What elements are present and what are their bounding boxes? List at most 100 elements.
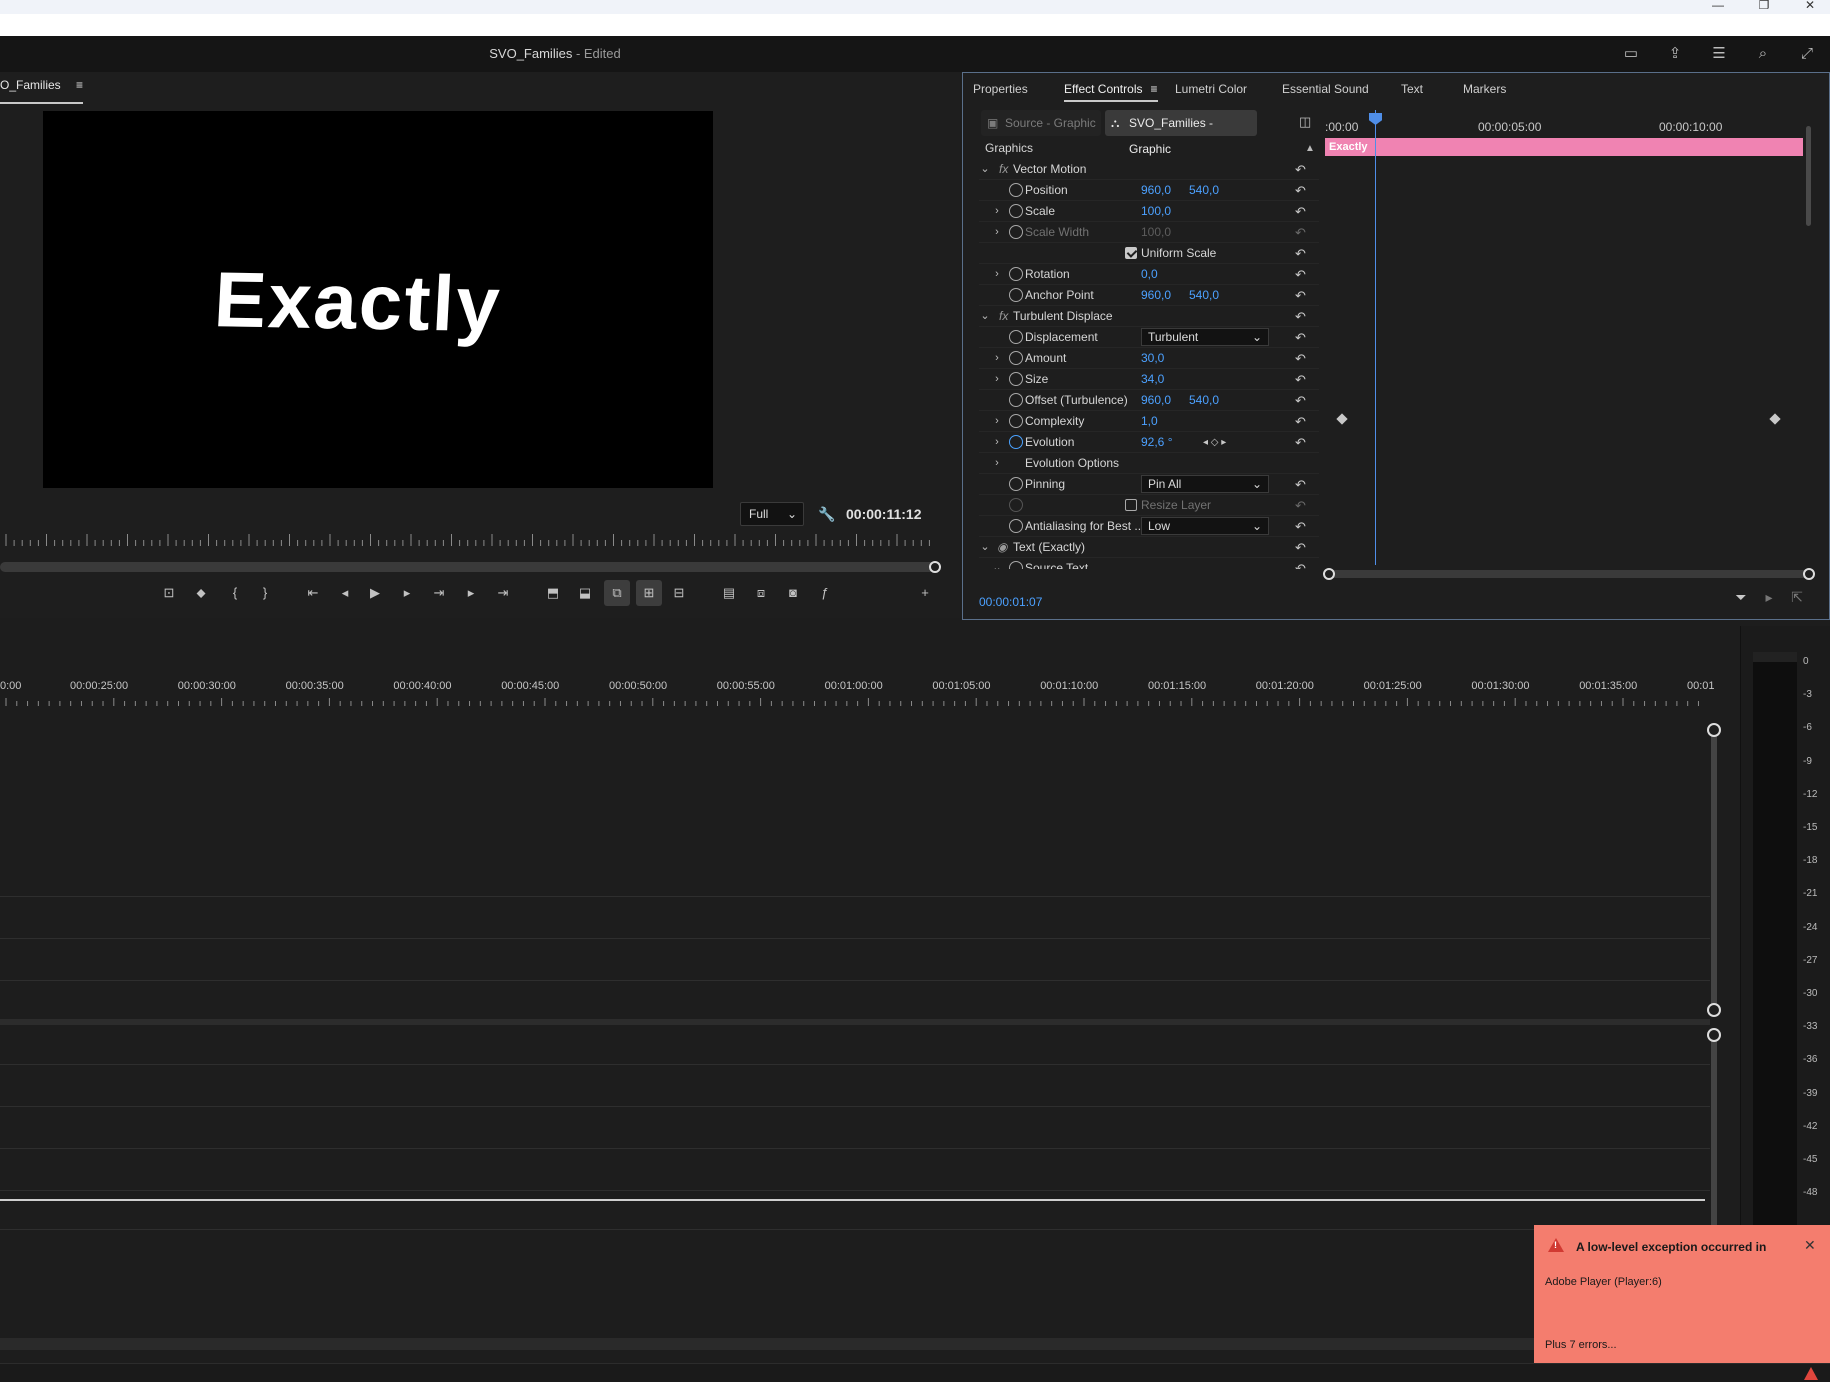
tab-lumetri-color[interactable]: Lumetri Color [1175,79,1247,99]
tab-essential-sound[interactable]: Essential Sound [1282,79,1369,99]
clip-bar[interactable]: Exactly [1325,138,1803,156]
tab-properties[interactable]: Properties [973,79,1028,99]
play-audio-icon[interactable]: ▸ [1759,589,1779,606]
loop-icon[interactable]: ⧉ [604,580,630,606]
reset-icon[interactable]: ↶ [1295,516,1306,537]
property-row[interactable]: Resize Layer ↶ [979,495,1319,516]
stopwatch-icon[interactable] [1009,435,1023,449]
panel-menu-icon[interactable]: ≡ [76,78,83,92]
insert-icon[interactable]: ⇥ [426,580,452,606]
effect-zoom-scrollbar[interactable] [1323,568,1815,580]
warning-icon[interactable] [1804,1367,1818,1380]
property-row[interactable]: Anchor Point 960,0 540,0 ↶ [979,285,1319,306]
trim-icon[interactable]: ▤ [716,580,742,606]
property-value[interactable]: 0,0 [1141,264,1158,285]
scrollbar-handle-end[interactable] [1803,568,1815,580]
property-row[interactable]: › Complexity 1,0 ↶ [979,411,1319,432]
stopwatch-icon[interactable] [1009,477,1023,491]
keyframe[interactable] [1769,413,1781,425]
fullscreen-icon[interactable]: ⤢ [1794,42,1820,66]
step-forward-icon[interactable]: ▸ [458,580,484,606]
close-window-button[interactable]: ✕ [1787,0,1830,14]
reset-icon[interactable]: ↶ [1295,474,1306,495]
property-value[interactable]: 92,6 ° [1141,432,1173,453]
settings-icon[interactable]: ☰ [1706,42,1732,66]
property-row[interactable]: ⌄ Source Text ↶ [979,558,1319,569]
stopwatch-icon[interactable] [1009,414,1023,428]
property-value[interactable]: 1,0 [1141,411,1158,432]
reset-icon[interactable]: ↶ [1295,558,1306,569]
playback-resolution-select[interactable]: Full ⌄ [740,502,804,526]
property-value-2[interactable]: 540,0 [1189,390,1219,411]
reset-icon[interactable]: ↶ [1295,264,1306,285]
property-value[interactable]: 34,0 [1141,369,1164,390]
chevron-down-icon[interactable]: ⌄ [979,159,991,180]
sequence-graphic-tab[interactable]: ⛬ SVO_Families - Graphic [1105,110,1257,156]
scrollbar-handle[interactable] [929,561,941,573]
fx-icon[interactable]: fx [999,306,1008,327]
reset-icon[interactable]: ↶ [1295,390,1306,411]
property-value[interactable]: 960,0 [1141,285,1171,306]
chevron-right-icon[interactable]: › [991,369,1003,390]
go-to-out-icon[interactable]: ⇥ [490,580,516,606]
tab-text[interactable]: Text [1401,79,1423,99]
chevron-down-icon[interactable]: ⌄ [979,306,991,327]
restore-button[interactable]: ❐ [1741,0,1787,14]
add-marker-icon[interactable]: ⊡ [156,580,182,606]
safe-margins-icon[interactable]: ⊞ [636,580,662,606]
property-value[interactable]: 100,0 [1141,222,1171,243]
error-notification[interactable]: A low-level exception occurred in ✕ Adob… [1534,1225,1830,1363]
reset-icon[interactable]: ↶ [1295,432,1306,453]
wrench-icon[interactable]: 🔧 [816,502,838,526]
add-button-icon[interactable]: + [912,580,938,606]
chevron-right-icon[interactable]: › [991,222,1003,243]
stopwatch-icon[interactable] [1009,204,1023,218]
stopwatch-icon[interactable] [1009,267,1023,281]
reset-icon[interactable]: ↶ [1295,243,1306,264]
mark-out-icon[interactable]: } [252,580,278,606]
property-row[interactable]: Displacement Turbulent ⌄ ↶ [979,327,1319,348]
stopwatch-icon[interactable] [1009,372,1023,386]
fx-icon[interactable]: fx [999,159,1008,180]
video-track-scrollbar[interactable] [1711,731,1717,1011]
timeline-horizontal-scrollbar[interactable] [0,1338,1738,1350]
property-row[interactable]: ⌄ ◉ Text (Exactly) ↶ [979,537,1319,558]
reset-icon[interactable]: ↶ [1295,180,1306,201]
visibility-eye-icon[interactable]: ◉ [997,537,1007,558]
scrollbar-handle[interactable] [1707,1003,1721,1017]
error-more-link[interactable]: Plus 7 errors... [1545,1339,1617,1351]
chevron-right-icon[interactable]: › [991,201,1003,222]
stopwatch-icon[interactable] [1009,183,1023,197]
chevron-down-icon[interactable]: ⌄ [991,558,1003,569]
chevron-right-icon[interactable]: › [991,432,1003,453]
property-value[interactable]: 100,0 [1141,201,1171,222]
stopwatch-icon[interactable] [1009,561,1023,569]
marker-icon[interactable]: ⬥ [188,580,214,606]
property-dropdown[interactable]: Low ⌄ [1141,517,1269,535]
checkbox[interactable] [1125,499,1137,511]
property-dropdown[interactable]: Turbulent ⌄ [1141,328,1269,346]
reset-icon[interactable]: ↶ [1295,201,1306,222]
stopwatch-icon[interactable] [1009,519,1023,533]
property-row[interactable]: Pinning Pin All ⌄ ↶ [979,474,1319,495]
chevron-down-icon[interactable]: ⌄ [979,537,991,558]
property-value[interactable]: 960,0 [1141,180,1171,201]
tab-markers[interactable]: Markers [1463,79,1506,99]
property-dropdown[interactable]: Pin All ⌄ [1141,475,1269,493]
fx-icon[interactable]: ƒ [812,580,838,606]
keyframe-navigator-icon[interactable]: ◂ ◇ ▸ [1203,432,1226,453]
chevron-right-icon[interactable]: › [991,411,1003,432]
property-value-2[interactable]: 540,0 [1189,285,1219,306]
property-row[interactable]: › Evolution 92,6 ° ◂ ◇ ▸ ↶ [979,432,1319,453]
program-zoom-scrollbar[interactable] [0,561,941,573]
reset-icon[interactable]: ↶ [1295,159,1306,180]
camera-icon[interactable]: ◙ [780,580,806,606]
scrollbar-handle-start[interactable] [1323,568,1335,580]
chevron-right-icon[interactable]: › [991,348,1003,369]
reset-icon[interactable]: ↶ [1295,495,1306,516]
stopwatch-icon[interactable] [1009,351,1023,365]
go-to-in-icon[interactable]: ⇤ [300,580,326,606]
tab-effect-controls[interactable]: Effect Controls ≡ [1064,79,1158,102]
stopwatch-icon[interactable] [1009,225,1023,239]
property-value[interactable]: 30,0 [1141,348,1164,369]
